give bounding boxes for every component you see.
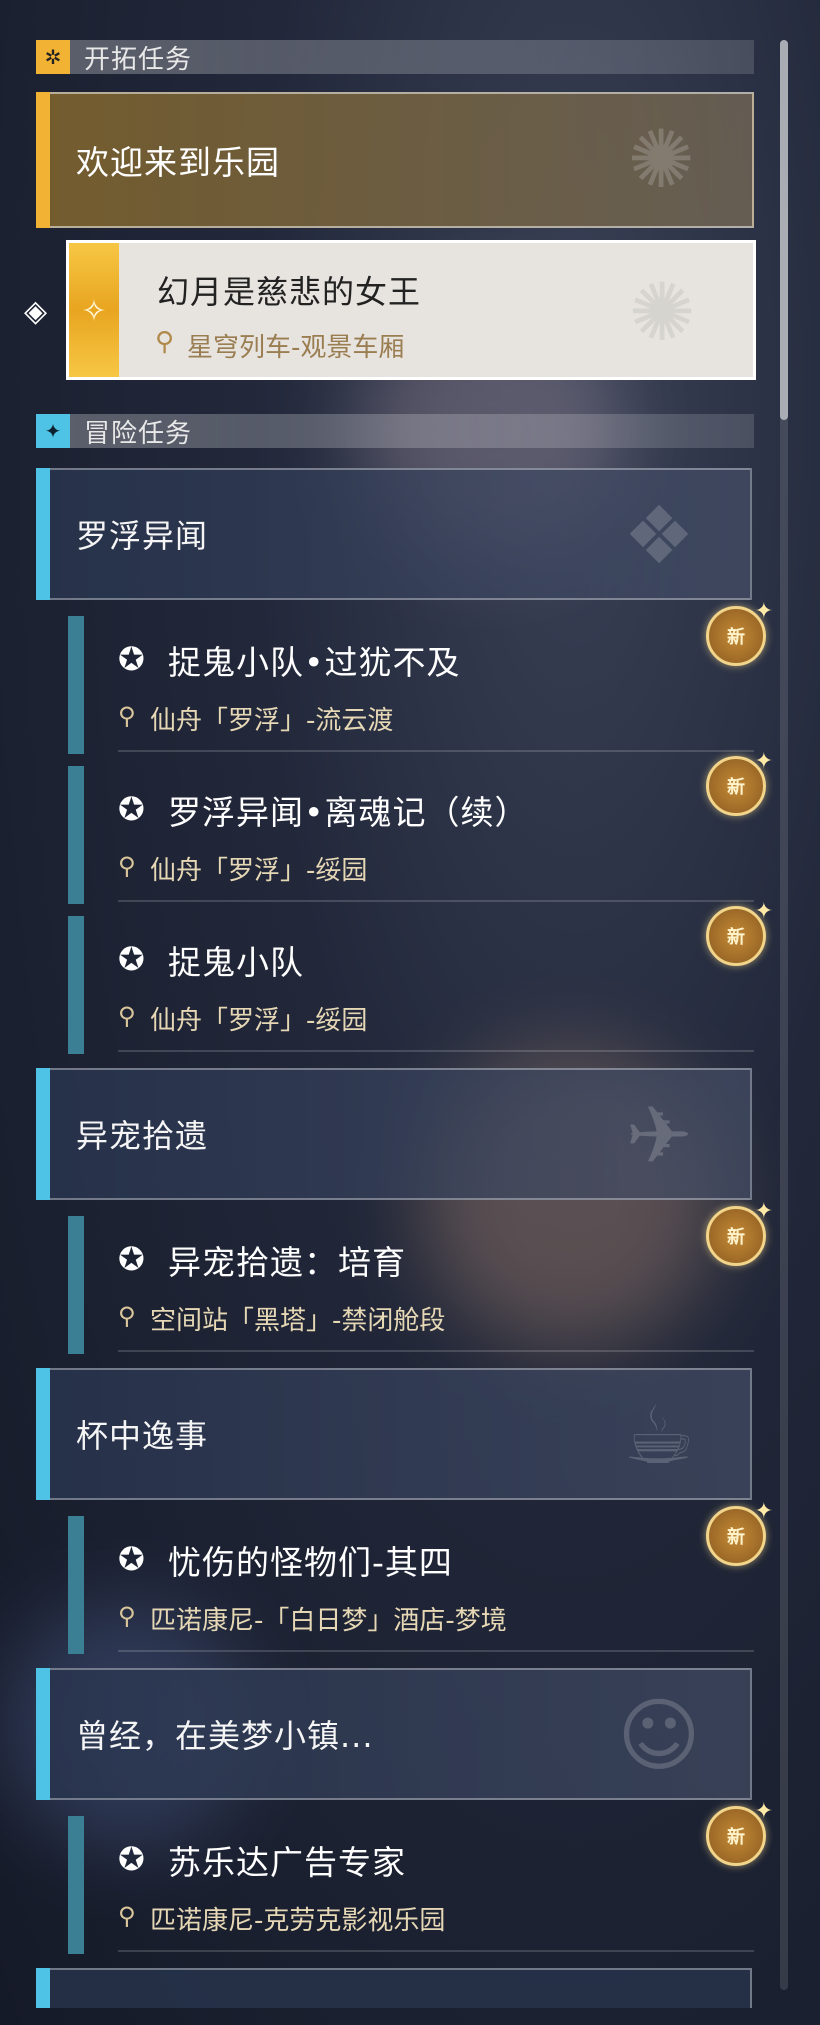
quest-bar: [68, 766, 84, 904]
group-emblem-icon: ❖: [623, 489, 695, 582]
main-quest-title: 欢迎来到乐园: [76, 143, 280, 182]
group-title: 曾经，在美梦小镇...: [76, 1717, 374, 1755]
quest-location: 仙舟「罗浮」-绥园: [150, 1006, 368, 1036]
companion-quest-icon: ✪: [118, 1540, 145, 1578]
group-title: 杯中逸事: [76, 1417, 209, 1455]
main-quest-card[interactable]: 欢迎来到乐园 ✺: [36, 92, 754, 228]
quest-item[interactable]: ✪ 忧伤的怪物们-其四 ⚲ 匹诺康尼-「白日梦」酒店-梦境 新: [68, 1499, 773, 1654]
quest-location: 仙舟「罗浮」-流云渡: [150, 706, 394, 736]
group-accent: [36, 1068, 50, 1200]
location-pin-icon: ⚲: [118, 1602, 136, 1630]
tracking-indicator-icon: ◈: [24, 294, 48, 329]
sparkle-compass-icon: ✲: [36, 40, 70, 74]
main-quest-subitem[interactable]: ✧ 幻月是慈悲的女王 ⚲ 星穹列车-观景车厢 ✺: [66, 240, 756, 380]
location-pin-icon: ⚲: [118, 852, 136, 880]
location-pin-icon: ⚲: [118, 702, 136, 730]
group-emblem-icon: ✈: [625, 1089, 693, 1182]
four-point-star-icon: ✦: [36, 414, 70, 448]
quest-title: 罗浮异闻•离魂记（续）: [168, 793, 529, 832]
group-emblem-icon: ☕: [623, 1389, 695, 1482]
group-accent: [36, 1968, 50, 2008]
group-title: 异宠拾遗: [76, 1117, 209, 1155]
location-pin-icon: ⚲: [118, 1302, 136, 1330]
companion-quest-icon: ✪: [118, 940, 145, 978]
divider: [118, 900, 754, 902]
quest-location: 空间站「黑塔」-禁闭舱段: [150, 1306, 446, 1336]
quest-group-card[interactable]: 异宠拾遗 ✈: [36, 1068, 752, 1200]
quest-bar: [68, 916, 84, 1054]
quest-title: 捉鬼小队•过犹不及: [168, 643, 461, 682]
quest-item[interactable]: ✪ 异宠拾遗：培育 ⚲ 空间站「黑塔」-禁闭舱段 新: [68, 1199, 773, 1354]
quest-location: 匹诺康尼-克劳克影视乐园: [150, 1906, 446, 1936]
location-pin-icon: ⚲: [118, 1002, 136, 1030]
section-header-adventure: ✦ 冒险任务: [36, 414, 754, 449]
companion-quest-icon: ✪: [118, 1240, 145, 1278]
new-badge: 新: [706, 1199, 773, 1266]
quest-title: 捉鬼小队: [168, 943, 304, 982]
quest-bar: [68, 1816, 84, 1954]
divider: [118, 1050, 754, 1052]
divider: [118, 1650, 754, 1652]
quest-location: 匹诺康尼-「白日梦」酒店-梦境: [150, 1606, 507, 1636]
new-badge: 新: [706, 749, 773, 816]
companion-quest-icon: ✪: [118, 790, 145, 828]
section-header-trailblaze: ✲ 开拓任务: [36, 40, 754, 75]
trailblaze-quest-icon: ✧: [81, 294, 107, 329]
quest-item[interactable]: ✪ 苏乐达广告专家 ⚲ 匹诺康尼-克劳克影视乐园 新: [68, 1799, 773, 1954]
quest-title: 忧伤的怪物们-其四: [168, 1543, 453, 1582]
main-sub-location: 星穹列车-观景车厢: [187, 333, 405, 363]
main-quest-accent: [36, 92, 50, 228]
quest-group-card-partial[interactable]: [36, 1968, 752, 2008]
quest-group-card[interactable]: 曾经，在美梦小镇... ☺: [36, 1668, 752, 1800]
quest-title: 苏乐达广告专家: [168, 1843, 406, 1882]
section-title: 冒险任务: [84, 418, 193, 449]
new-badge: 新: [706, 899, 773, 966]
new-badge: 新: [706, 1499, 773, 1566]
group-title: 罗浮异闻: [76, 517, 209, 555]
companion-quest-icon: ✪: [118, 1840, 145, 1878]
quest-item[interactable]: ✪ 罗浮异闻•离魂记（续） ⚲ 仙舟「罗浮」-绥园 新: [68, 749, 773, 904]
quest-group-card[interactable]: 罗浮异闻 ❖: [36, 468, 752, 600]
location-pin-icon: ⚲: [155, 327, 175, 357]
section-title: 开拓任务: [84, 44, 193, 75]
quest-item[interactable]: ✪ 捉鬼小队 ⚲ 仙舟「罗浮」-绥园 新: [68, 899, 773, 1054]
quest-location: 仙舟「罗浮」-绥园: [150, 856, 368, 886]
new-badge: 新: [706, 1799, 773, 1866]
group-accent: [36, 1368, 50, 1500]
group-accent: [36, 1668, 50, 1800]
group-emblem-icon: ☺: [617, 1689, 701, 1782]
quest-bar: [68, 616, 84, 754]
location-pin-icon: ⚲: [118, 1902, 136, 1930]
companion-quest-icon: ✪: [118, 640, 145, 678]
main-sub-title: 幻月是慈悲的女王: [157, 273, 422, 311]
quest-item[interactable]: ✪ 捉鬼小队•过犹不及 ⚲ 仙舟「罗浮」-流云渡 新: [68, 599, 773, 754]
divider: [118, 1950, 754, 1952]
scrollbar-thumb[interactable]: [780, 40, 788, 420]
group-accent: [36, 468, 50, 600]
quest-bar: [68, 1216, 84, 1354]
quest-title: 异宠拾遗：培育: [168, 1243, 406, 1282]
divider: [118, 750, 754, 752]
quest-bar: [68, 1516, 84, 1654]
emblem-watermark-icon: ✺: [627, 113, 695, 206]
emblem-watermark-icon: ✺: [628, 266, 696, 359]
divider: [118, 1350, 754, 1352]
new-badge: 新: [706, 599, 773, 666]
quest-group-card[interactable]: 杯中逸事 ☕: [36, 1368, 752, 1500]
